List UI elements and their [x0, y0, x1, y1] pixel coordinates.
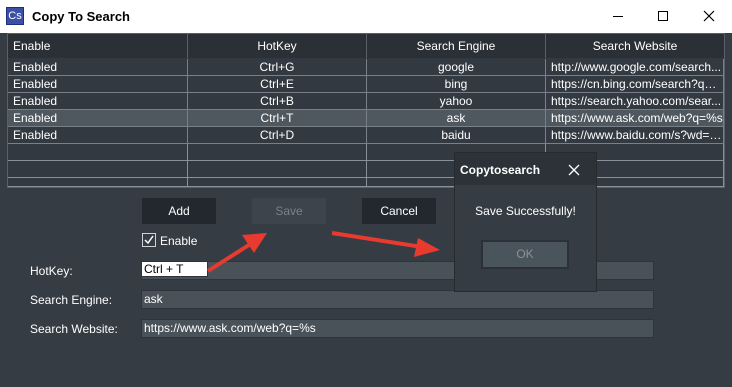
- cell-search-website: https://cn.bing.com/search?q=%s: [546, 76, 724, 93]
- title-bar[interactable]: Cs Copy To Search: [0, 0, 732, 33]
- cell-enable: Enabled: [8, 93, 188, 110]
- empty-cell: [188, 178, 367, 187]
- cancel-button[interactable]: Cancel: [362, 198, 436, 224]
- cell-search-engine: baidu: [367, 127, 546, 144]
- cell-hotkey: Ctrl+T: [188, 110, 367, 127]
- close-icon: [703, 10, 715, 22]
- column-header-enable[interactable]: Enable: [8, 34, 188, 58]
- arrow-to-dialog-icon: [331, 231, 440, 257]
- cell-enable: Enabled: [8, 59, 188, 76]
- search-website-field[interactable]: https://www.ask.com/web?q=%s: [141, 319, 654, 338]
- table-row-selected[interactable]: Enabled Ctrl+T ask https://www.ask.com/w…: [8, 110, 724, 127]
- hotkey-field[interactable]: Ctrl + T: [141, 261, 208, 277]
- cell-enable: Enabled: [8, 127, 188, 144]
- search-engine-field[interactable]: ask: [141, 290, 654, 309]
- table-row[interactable]: Enabled Ctrl+E bing https://cn.bing.com/…: [8, 76, 724, 93]
- search-engine-table[interactable]: Enable HotKey Search Engine Search Websi…: [7, 33, 725, 188]
- main-window: Cs Copy To Search Enable HotKey Search E…: [0, 0, 732, 387]
- column-header-search-engine[interactable]: Search Engine: [367, 34, 546, 58]
- cell-search-website: https://www.baidu.com/s?wd=%s: [546, 127, 724, 144]
- cell-search-engine: google: [367, 59, 546, 76]
- maximize-icon: [658, 11, 668, 21]
- minimize-button[interactable]: [595, 0, 641, 33]
- cell-hotkey: Ctrl+G: [188, 59, 367, 76]
- cell-search-website: http://www.google.com/search...: [546, 59, 724, 76]
- table-row-empty[interactable]: [8, 178, 724, 187]
- column-header-hotkey[interactable]: HotKey: [188, 34, 367, 58]
- dialog-ok-button[interactable]: OK: [481, 240, 569, 269]
- enable-checkbox[interactable]: [142, 233, 156, 247]
- cell-hotkey: Ctrl+B: [188, 93, 367, 110]
- table-row[interactable]: Enabled Ctrl+G google http://www.google.…: [8, 59, 724, 76]
- cell-search-website: https://www.ask.com/web?q=%s: [546, 110, 724, 127]
- table-row[interactable]: Enabled Ctrl+D baidu https://www.baidu.c…: [8, 127, 724, 144]
- empty-cell: [8, 144, 188, 161]
- minimize-icon: [613, 16, 623, 17]
- window-title: Copy To Search: [32, 9, 131, 24]
- empty-cell: [188, 161, 367, 178]
- table-header: Enable HotKey Search Engine Search Websi…: [8, 34, 724, 58]
- close-button[interactable]: [686, 0, 732, 33]
- table-row[interactable]: Enabled Ctrl+B yahoo https://search.yaho…: [8, 93, 724, 110]
- empty-cell: [8, 178, 188, 187]
- cell-search-engine: ask: [367, 110, 546, 127]
- checkmark-icon: [144, 235, 154, 245]
- cell-enable: Enabled: [8, 76, 188, 93]
- app-icon: Cs: [6, 7, 24, 25]
- add-button[interactable]: Add: [142, 198, 216, 224]
- empty-cell: [188, 144, 367, 161]
- dialog-title-bar[interactable]: Copytosearch: [455, 153, 596, 185]
- maximize-button[interactable]: [640, 0, 686, 33]
- enable-checkbox-label[interactable]: Enable: [160, 234, 197, 248]
- dialog-title: Copytosearch: [460, 163, 541, 177]
- cell-hotkey: Ctrl+D: [188, 127, 367, 144]
- table-row-empty[interactable]: [8, 144, 724, 161]
- table-row-empty[interactable]: [8, 161, 724, 178]
- cell-enable: Enabled: [8, 110, 188, 127]
- cell-search-website: https://search.yahoo.com/sear...: [546, 93, 724, 110]
- dialog-close-button[interactable]: [568, 163, 580, 176]
- cell-hotkey: Ctrl+E: [188, 76, 367, 93]
- cell-search-engine: yahoo: [367, 93, 546, 110]
- save-success-dialog: Copytosearch Save Successfully! OK: [454, 152, 597, 292]
- cell-search-engine: bing: [367, 76, 546, 93]
- hotkey-label: HotKey:: [30, 264, 73, 278]
- close-icon: [568, 164, 580, 176]
- empty-cell: [8, 161, 188, 178]
- dialog-message: Save Successfully!: [475, 204, 576, 218]
- save-button[interactable]: Save: [252, 198, 326, 224]
- search-engine-label: Search Engine:: [30, 293, 113, 307]
- search-website-label: Search Website:: [30, 322, 118, 336]
- column-header-search-website[interactable]: Search Website: [546, 34, 724, 58]
